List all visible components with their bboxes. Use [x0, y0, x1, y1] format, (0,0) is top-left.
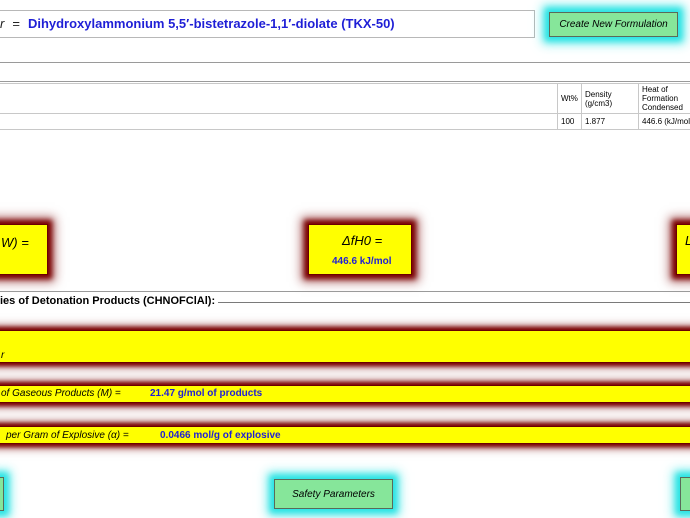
property-left-symbol: W) = [1, 235, 29, 250]
detonation-group-title: ies of Detonation Products (CHNOFClAl): [0, 295, 219, 307]
table-header-wt: Wt% [557, 83, 582, 114]
detonation-products-bar: r [0, 330, 690, 363]
molecular-weight-bar: of Gaseous Products (M) = 21.47 g/mol of… [0, 385, 690, 403]
table-row[interactable]: 100 1.877 446.6 (kJ/mol) [0, 113, 690, 130]
left-edge-button[interactable] [0, 477, 4, 511]
create-new-formulation-button[interactable]: Create New Formulation [549, 12, 678, 37]
moles-per-gram-value: 0.0466 mol/g of explosive [160, 430, 281, 441]
right-edge-button[interactable] [680, 477, 690, 511]
table-cell-heat: 446.6 (kJ/mol) [638, 113, 690, 130]
property-box-right: L [676, 224, 690, 275]
table-cell-name [0, 113, 558, 130]
property-box-left: W) = [0, 224, 48, 275]
bar1-label: r [1, 350, 5, 361]
property-center-symbol: ΔfH0 = [342, 233, 383, 248]
separator-line [0, 81, 690, 82]
formulation-name: Dihydroxylammonium 5,5′-bistetrazole-1,1… [27, 16, 395, 31]
separator-line [0, 291, 690, 292]
moles-per-gram-bar: per Gram of Explosive (α) = 0.0466 mol/g… [0, 426, 690, 444]
formulation-equals: = [12, 16, 20, 31]
table-cell-density: 1.877 [581, 113, 639, 130]
table-header-density: Density (g/cm3) [581, 83, 639, 114]
formulation-prefix: r [0, 16, 5, 31]
table-header-row: Wt% Density (g/cm3) Heat of Formation Co… [0, 83, 690, 114]
property-center-value: 446.6 kJ/mol [332, 256, 392, 267]
moles-per-gram-label: per Gram of Explosive (α) = [6, 430, 129, 441]
molecular-weight-label: of Gaseous Products (M) = [1, 388, 121, 399]
table-header-name [0, 83, 558, 114]
table-header-heat: Heat of Formation Condensed [638, 83, 690, 114]
molecular-weight-value: 21.47 g/mol of products [150, 388, 263, 399]
safety-parameters-button[interactable]: Safety Parameters [274, 479, 393, 509]
property-box-heat-of-formation: ΔfH0 = 446.6 kJ/mol [308, 224, 412, 275]
formulation-name-display: r = Dihydroxylammonium 5,5′-bistetrazole-1… [0, 16, 395, 31]
separator-line [0, 62, 690, 63]
property-right-symbol: L [685, 233, 690, 248]
table-cell-wt: 100 [557, 113, 582, 130]
ingredients-table: Wt% Density (g/cm3) Heat of Formation Co… [0, 83, 690, 130]
